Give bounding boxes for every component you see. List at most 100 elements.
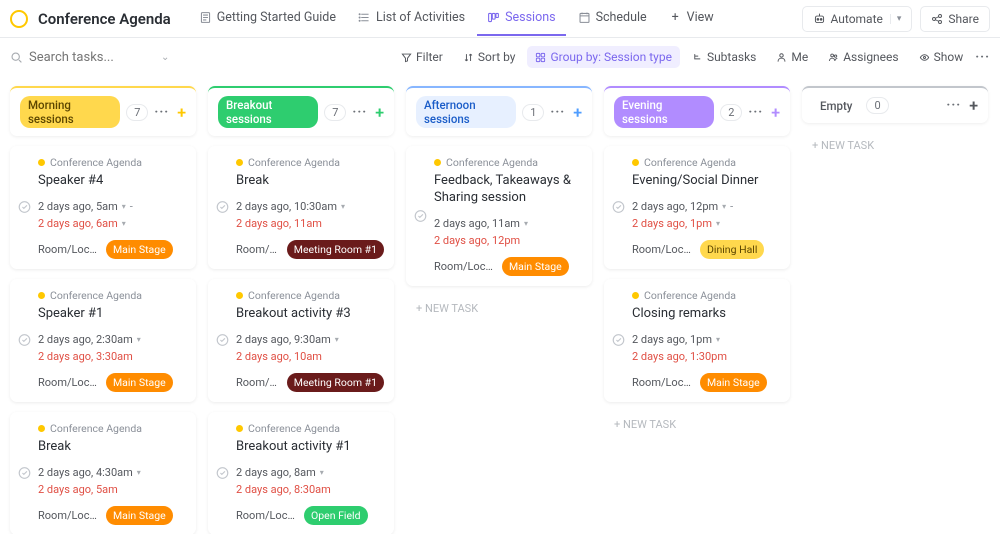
status-dot-icon xyxy=(38,159,45,166)
task-card[interactable]: Conference Agenda Breakout activity #3 2… xyxy=(208,279,394,402)
tab-list-activities[interactable]: List of Activities xyxy=(348,1,475,36)
share-button[interactable]: Share xyxy=(920,6,990,32)
list-icon xyxy=(358,11,371,24)
task-card[interactable]: Conference Agenda Speaker #4 2 days ago,… xyxy=(10,146,196,269)
location-label: Room/Loca... xyxy=(38,243,100,256)
tab-add-view[interactable]: + View xyxy=(659,1,724,36)
app-header: Conference Agenda Getting Started Guide … xyxy=(0,0,1000,38)
search-input[interactable] xyxy=(29,50,149,65)
card-breadcrumb: Conference Agenda xyxy=(236,422,384,435)
column-more-icon[interactable]: ··· xyxy=(154,105,169,120)
card-location: Room/Loca... Main Stage xyxy=(38,506,186,525)
card-title: Closing remarks xyxy=(632,306,780,323)
status-dot-icon xyxy=(38,292,45,299)
me-button[interactable]: Me xyxy=(768,46,816,68)
task-card[interactable]: Conference Agenda Breakout activity #1 2… xyxy=(208,412,394,534)
card-location: Room/Loca... Meeting Room #1 xyxy=(236,373,384,392)
column-add-icon[interactable]: + xyxy=(771,103,780,122)
filter-icon xyxy=(401,52,412,63)
location-tag[interactable]: Main Stage xyxy=(502,257,569,276)
more-icon[interactable]: ··· xyxy=(975,50,990,65)
tab-sessions[interactable]: Sessions xyxy=(477,1,565,36)
location-label: Room/Loca... xyxy=(236,376,281,389)
card-breadcrumb: Conference Agenda xyxy=(434,156,582,169)
location-label: Room/Loca... xyxy=(38,509,100,522)
check-icon[interactable] xyxy=(216,201,229,214)
column-label[interactable]: Empty xyxy=(812,97,860,115)
subtasks-button[interactable]: Subtasks xyxy=(684,46,764,68)
task-card[interactable]: Conference Agenda Break 2 days ago, 10:3… xyxy=(208,146,394,269)
column-label[interactable]: Evening sessions xyxy=(614,96,714,128)
column-header: Morning sessions 7 ··· + xyxy=(10,86,196,136)
column-add-icon[interactable]: + xyxy=(375,103,384,122)
chevron-down-icon[interactable]: ⌄ xyxy=(161,52,169,63)
card-title: Break xyxy=(38,439,186,456)
check-icon[interactable] xyxy=(18,201,31,214)
card-start: 2 days ago, 1pm▾ xyxy=(632,333,780,346)
location-label: Room/Loca... xyxy=(236,243,281,256)
task-card[interactable]: Conference Agenda Feedback, Takeaways & … xyxy=(406,146,592,286)
column-label[interactable]: Morning sessions xyxy=(20,96,120,128)
location-tag[interactable]: Main Stage xyxy=(106,240,173,259)
column-more-icon[interactable]: ··· xyxy=(748,105,763,120)
people-icon xyxy=(828,52,839,63)
column-label[interactable]: Afternoon sessions xyxy=(416,96,516,128)
new-task-button[interactable]: + NEW TASK xyxy=(406,296,592,321)
location-tag[interactable]: Meeting Room #1 xyxy=(287,373,384,392)
location-tag[interactable]: Dining Hall xyxy=(700,240,764,259)
toolbar-right: Filter Sort by Group by: Session type Su… xyxy=(393,46,990,68)
column-count: 1 xyxy=(522,104,544,121)
check-icon[interactable] xyxy=(612,334,625,347)
check-icon[interactable] xyxy=(612,201,625,214)
tab-getting-started[interactable]: Getting Started Guide xyxy=(189,1,346,36)
location-label: Room/Loca... xyxy=(632,376,694,389)
location-tag[interactable]: Main Stage xyxy=(106,506,173,525)
location-tag[interactable]: Main Stage xyxy=(106,373,173,392)
tab-schedule[interactable]: Schedule xyxy=(568,1,657,36)
person-icon xyxy=(776,52,787,63)
group-icon xyxy=(535,52,546,63)
card-location: Room/Loca...Main Stage xyxy=(434,257,582,276)
card-start: 2 days ago, 10:30am▾ xyxy=(236,200,384,213)
card-location: Room/Loca... Main Stage xyxy=(632,373,780,392)
card-end: 2 days ago, 10am xyxy=(236,350,384,363)
new-task-button[interactable]: + NEW TASK xyxy=(604,412,790,437)
location-label: Room/Loca... xyxy=(632,243,694,256)
location-tag[interactable]: Open Field xyxy=(304,506,368,525)
column-add-icon[interactable]: + xyxy=(969,96,978,115)
sort-button[interactable]: Sort by xyxy=(455,46,524,68)
task-card[interactable]: Conference Agenda Break 2 days ago, 4:30… xyxy=(10,412,196,534)
card-title: Breakout activity #3 xyxy=(236,306,384,323)
automate-button[interactable]: Automate ▾ xyxy=(802,6,913,32)
column-add-icon[interactable]: + xyxy=(573,103,582,122)
status-dot-icon xyxy=(38,425,45,432)
assignees-button[interactable]: Assignees xyxy=(820,46,906,68)
check-icon[interactable] xyxy=(216,334,229,347)
check-icon[interactable] xyxy=(18,467,31,480)
column-label[interactable]: Breakout sessions xyxy=(218,96,318,128)
show-button[interactable]: Show xyxy=(911,46,972,68)
card-start: 2 days ago, 11am▾ xyxy=(434,217,582,230)
new-task-button[interactable]: + NEW TASK xyxy=(802,133,988,158)
task-card[interactable]: Conference Agenda Evening/Social Dinner … xyxy=(604,146,790,269)
column-add-icon[interactable]: + xyxy=(177,103,186,122)
column-more-icon[interactable]: ··· xyxy=(550,105,565,120)
column-more-icon[interactable]: ··· xyxy=(946,98,961,113)
location-tag[interactable]: Meeting Room #1 xyxy=(287,240,384,259)
column-more-icon[interactable]: ··· xyxy=(352,105,367,120)
location-tag[interactable]: Main Stage xyxy=(700,373,767,392)
check-icon[interactable] xyxy=(216,467,229,480)
check-icon[interactable] xyxy=(18,334,31,347)
status-dot-icon xyxy=(434,159,441,166)
filter-button[interactable]: Filter xyxy=(393,46,451,68)
group-button[interactable]: Group by: Session type xyxy=(527,46,679,68)
column-count: 0 xyxy=(866,97,888,114)
check-icon[interactable] xyxy=(414,209,427,222)
task-card[interactable]: Conference Agenda Closing remarks 2 days… xyxy=(604,279,790,402)
search-wrap: ⌄ xyxy=(10,50,393,65)
card-end: 2 days ago, 5am xyxy=(38,483,186,496)
card-start: 2 days ago, 4:30am▾ xyxy=(38,466,186,479)
task-card[interactable]: Conference Agenda Speaker #1 2 days ago,… xyxy=(10,279,196,402)
column-count: 7 xyxy=(126,104,148,121)
card-dates: 2 days ago, 5am▾-2 days ago, 6am▾ xyxy=(38,200,186,230)
